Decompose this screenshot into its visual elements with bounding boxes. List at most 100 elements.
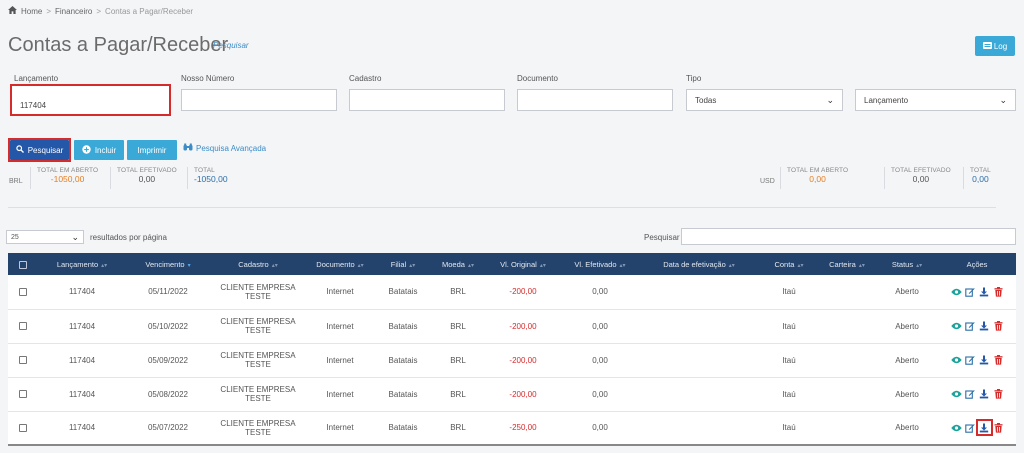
cell-cadastro: CLIENTE EMPRESA TESTE [220,385,296,403]
cell-data-efetivacao [638,275,760,309]
advanced-search-link[interactable]: Pesquisa Avançada [183,143,266,153]
cell-actions [938,309,1016,343]
col-header[interactable]: Lançamento ▴▾ [38,253,126,275]
col-header[interactable]: Carteira ▴▾ [818,253,876,275]
row-checkbox[interactable] [8,275,38,309]
table-row: 117404 05/10/2022 CLIENTE EMPRESA TESTE I… [8,309,1016,343]
cell-documento: Internet [326,423,354,433]
cell-cadastro: CLIENTE EMPRESA TESTE [220,282,296,301]
col-header[interactable]: Vencimento ▾ [126,253,210,275]
cell-carteira [818,343,876,377]
cell-data-efetivacao [638,377,760,411]
eye-icon[interactable] [950,321,962,332]
print-button[interactable]: Imprimir [127,140,177,160]
chevron-down-icon: ⌄ [999,94,1007,105]
tipo-label: Tipo [686,74,702,83]
cell-conta: Itaú [782,389,796,399]
title-search-link[interactable]: Pesquisar [213,41,249,50]
col-header[interactable]: Conta ▴▾ [760,253,818,275]
eye-icon[interactable] [950,422,962,433]
col-header[interactable]: Data de efetivação ▴▾ [638,253,760,275]
breadcrumb-home[interactable]: Home [21,7,42,16]
download-icon[interactable] [979,286,990,297]
cell-filial: Batatais [388,423,418,433]
col-header: Ações [966,259,988,269]
trash-icon[interactable] [993,355,1004,366]
totals-usd-currency: USD [760,178,775,185]
documento-field[interactable] [517,89,673,111]
edit-icon[interactable] [965,389,976,400]
edit-icon[interactable] [965,321,976,332]
cell-status: Aberto [895,423,919,433]
edit-icon[interactable] [965,286,976,297]
col-header[interactable]: Vl. Original ▴▾ [484,253,562,275]
search-button[interactable]: Pesquisar [10,140,69,160]
trash-icon[interactable] [993,422,1004,433]
eye-icon[interactable] [950,286,962,297]
cell-carteira [818,377,876,411]
edit-icon[interactable] [965,355,976,366]
eye-icon[interactable] [950,389,962,400]
col-header[interactable]: Documento ▴▾ [306,253,374,275]
cell-moeda: BRL [450,321,466,331]
cell-vencimento: 05/08/2022 [147,389,189,399]
table-search-input[interactable] [681,228,1016,245]
trash-icon[interactable] [993,389,1004,400]
col-header[interactable]: Status ▴▾ [876,253,938,275]
per-page-label: resultados por página [90,233,167,242]
select-all-checkbox[interactable] [8,253,38,275]
cell-vl-original: -200,00 [509,287,537,297]
per-page-select[interactable]: 25 ⌄ [6,230,84,244]
cell-status: Aberto [895,355,919,365]
breadcrumb-financeiro[interactable]: Financeiro [55,7,92,16]
cell-vl-efetivado: 0,00 [592,423,608,433]
table-row: 117404 05/11/2022 CLIENTE EMPRESA TESTE I… [8,275,1016,309]
cell-status: Aberto [895,389,919,399]
row-checkbox[interactable] [8,377,38,411]
cell-documento: Internet [326,287,354,297]
download-icon[interactable] [979,389,990,400]
cell-vl-efetivado: 0,00 [592,355,608,365]
total-open-usd: TOTAL EM ABERTO 0,00 [780,167,848,189]
cell-cadastro: CLIENTE EMPRESA TESTE [220,317,296,335]
row-checkbox[interactable] [8,309,38,343]
cell-conta: Itaú [782,355,796,365]
cell-filial: Batatais [388,287,418,297]
cadastro-label: Cadastro [349,74,382,83]
cell-vencimento: 05/09/2022 [147,355,189,365]
plus-circle-icon [82,144,91,156]
tipo-select[interactable]: Todas ⌄ [686,89,843,111]
cell-carteira [818,275,876,309]
col-header[interactable]: Moeda ▴▾ [432,253,484,275]
nosso-numero-field[interactable] [181,89,337,111]
cell-actions [938,411,1016,445]
nosso-numero-label: Nosso Número [181,74,235,83]
cell-lancamento: 117404 [68,287,96,297]
home-icon[interactable] [8,6,17,16]
download-icon[interactable] [979,321,990,332]
download-icon[interactable] [979,355,990,366]
cell-documento: Internet [326,321,354,331]
trash-icon[interactable] [993,286,1004,297]
trash-icon[interactable] [993,321,1004,332]
cell-actions [938,275,1016,309]
cadastro-field[interactable] [349,89,505,111]
row-checkbox[interactable] [8,343,38,377]
col-header[interactable]: Vl. Efetivado ▴▾ [562,253,638,275]
edit-icon[interactable] [965,422,976,433]
add-button[interactable]: Incluir [74,140,124,160]
totals-brl-currency: BRL [9,178,23,185]
lancamento-field[interactable]: 117404 [10,84,171,116]
cell-cadastro: CLIENTE EMPRESA TESTE [220,418,296,437]
order-by-select[interactable]: Lançamento ⌄ [855,89,1016,111]
eye-icon[interactable] [950,355,962,366]
cell-filial: Batatais [388,321,418,331]
table-row: 117404 05/07/2022 CLIENTE EMPRESA TESTE I… [8,411,1016,445]
log-button[interactable]: Log [975,36,1015,56]
col-header[interactable]: Filial ▴▾ [374,253,432,275]
page-title: Contas a Pagar/Receber [8,34,229,56]
download-icon[interactable] [975,419,993,437]
cell-documento: Internet [326,389,354,399]
col-header[interactable]: Cadastro ▴▾ [210,253,306,275]
row-checkbox[interactable] [8,411,38,445]
